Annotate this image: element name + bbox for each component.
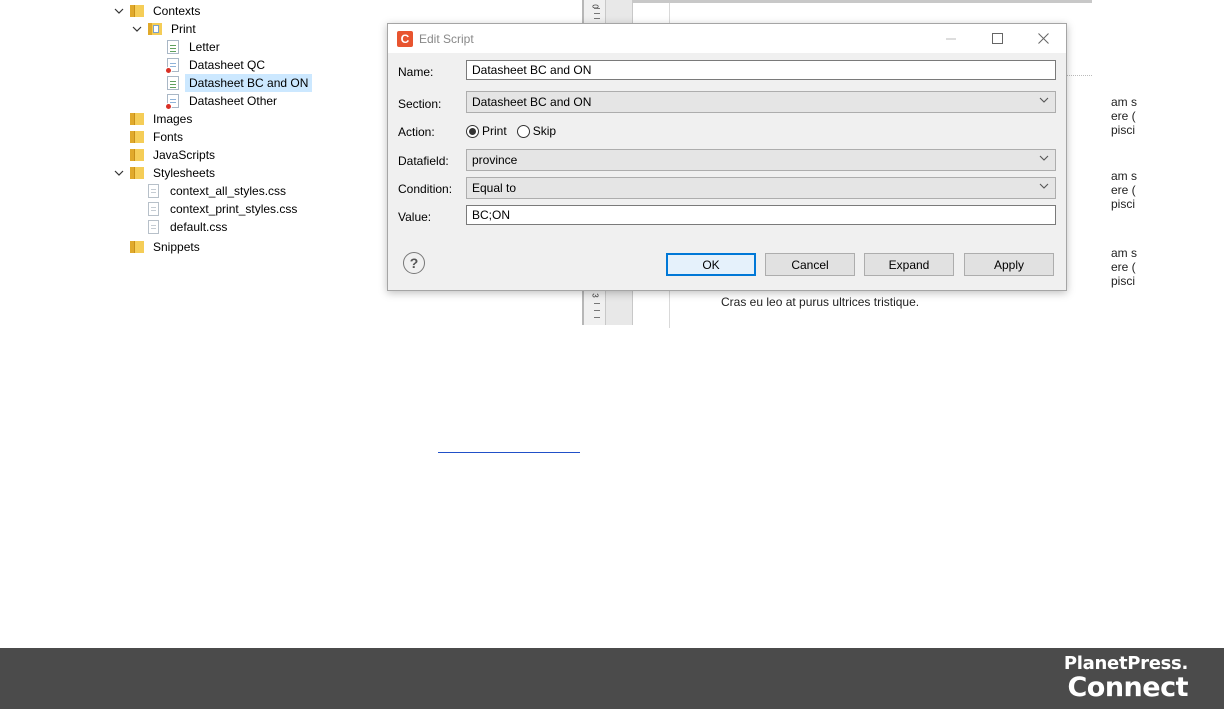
value-label: Value: <box>398 210 432 224</box>
tree-item-contexts[interactable]: Contexts <box>112 2 204 20</box>
tree-item-images[interactable]: Images <box>130 110 196 128</box>
page-footer: PlanetPress. Connect <box>0 648 1224 709</box>
folder-icon <box>130 149 144 161</box>
section-file-icon <box>167 40 179 54</box>
value-field[interactable]: BC;ON <box>466 205 1056 225</box>
tree-item-css-print[interactable]: context_print_styles.css <box>148 200 301 218</box>
condition-select[interactable]: Equal to <box>466 177 1056 199</box>
folder-icon <box>130 167 144 179</box>
minimize-icon <box>946 38 956 39</box>
brand-line-1: PlanetPress. <box>1063 653 1188 674</box>
tree-item-label: Snippets <box>153 240 200 254</box>
datafield-select-value: province <box>472 153 518 167</box>
help-icon[interactable]: ? <box>403 252 425 274</box>
cancel-button[interactable]: Cancel <box>765 253 855 276</box>
dialog-title: Edit Script <box>419 31 474 46</box>
project-tree: Contexts Print Letter Datasheet QC Datas… <box>0 0 380 330</box>
radio-checked-icon[interactable] <box>466 124 479 138</box>
tree-item-label: Images <box>153 112 193 126</box>
chevron-down-icon[interactable] <box>112 166 126 180</box>
ok-button[interactable]: OK <box>666 253 756 276</box>
app-logo-icon: C <box>397 30 413 47</box>
tree-item-css-all[interactable]: context_all_styles.css <box>148 182 290 200</box>
tree-item-datasheet-bc-on[interactable]: Datasheet BC and ON <box>167 74 313 92</box>
close-button[interactable] <box>1020 24 1066 53</box>
tree-item-datasheet-other[interactable]: Datasheet Other <box>165 92 281 110</box>
chevron-down-icon <box>1039 181 1049 195</box>
tree-item-fonts[interactable]: Fonts <box>130 128 187 146</box>
expand-button[interactable]: Expand <box>864 253 954 276</box>
ruler-number: 3 <box>590 293 600 298</box>
tree-item-snippets[interactable]: Snippets <box>130 238 204 256</box>
section-file-disabled-icon <box>165 94 179 110</box>
tree-item-stylesheets[interactable]: Stylesheets <box>112 164 219 182</box>
folder-icon <box>130 241 144 253</box>
tree-item-javascripts[interactable]: JavaScripts <box>130 146 219 164</box>
tree-item-label: Print <box>171 22 196 36</box>
action-print-label: Print <box>482 124 507 138</box>
body-text-line: Cras eu leo at purus ultrices tristique. <box>721 295 920 309</box>
chevron-down-icon <box>1039 153 1049 167</box>
apply-button[interactable]: Apply <box>964 253 1054 276</box>
datafield-select[interactable]: province <box>466 149 1056 171</box>
section-select[interactable]: Datasheet BC and ON <box>466 91 1056 113</box>
hyperlink-underline[interactable] <box>438 452 580 453</box>
action-skip-option[interactable]: Skip <box>516 124 557 138</box>
chevron-down-icon <box>1039 95 1049 109</box>
name-label: Name: <box>398 65 434 79</box>
action-print-option[interactable]: Print <box>466 124 507 138</box>
chevron-down-icon[interactable] <box>112 4 126 18</box>
datafield-label: Datafield: <box>398 154 449 168</box>
tree-item-label: Datasheet QC <box>189 58 266 72</box>
condition-label: Condition: <box>398 182 453 196</box>
maximize-button[interactable] <box>974 24 1020 53</box>
tree-item-label: Fonts <box>153 130 184 144</box>
maximize-icon <box>991 33 1003 44</box>
section-label: Section: <box>398 97 442 111</box>
name-field[interactable]: Datasheet BC and ON <box>466 60 1056 80</box>
tree-item-label: default.css <box>170 220 228 234</box>
folder-icon <box>130 131 144 143</box>
tree-item-print[interactable]: Print <box>130 20 200 38</box>
tree-item-label: JavaScripts <box>153 148 216 162</box>
radio-unchecked-icon[interactable] <box>516 124 530 138</box>
close-icon <box>1037 33 1049 44</box>
minimize-button[interactable] <box>928 24 974 53</box>
folder-icon <box>130 113 144 125</box>
body-text-fragment: am s ere (pisci <box>1111 169 1138 211</box>
print-context-icon <box>148 22 162 36</box>
tree-item-label: Datasheet Other <box>189 94 278 108</box>
tree-item-label: Datasheet BC and ON <box>185 74 313 92</box>
action-radio-group: Print Skip <box>466 124 566 138</box>
action-label: Action: <box>398 125 435 139</box>
chevron-down-icon[interactable] <box>130 22 144 36</box>
tree-item-letter[interactable]: Letter <box>167 38 224 56</box>
section-file-disabled-icon <box>165 58 179 74</box>
css-file-icon <box>148 220 159 234</box>
tree-item-label: context_print_styles.css <box>170 202 298 216</box>
tree-item-label: Letter <box>189 40 220 54</box>
tree-item-label: context_all_styles.css <box>170 184 287 198</box>
brand-line-2: Connect <box>1067 672 1188 703</box>
section-select-value: Datasheet BC and ON <box>472 95 592 109</box>
tree-item-label: Stylesheets <box>153 166 216 180</box>
edit-script-dialog: C Edit Script Name: Datasheet BC and ON … <box>387 23 1067 291</box>
css-file-icon <box>148 202 159 216</box>
brand-logo: PlanetPress. Connect <box>1063 653 1189 703</box>
folder-icon <box>130 5 144 17</box>
dialog-titlebar[interactable]: C Edit Script <box>388 24 1066 53</box>
section-file-icon <box>167 76 179 90</box>
body-text-fragment: am s ere (pisci <box>1111 246 1138 288</box>
tree-item-datasheet-qc[interactable]: Datasheet QC <box>165 56 269 74</box>
body-text-fragment: am s ere (pisci <box>1111 95 1138 137</box>
condition-select-value: Equal to <box>472 181 517 195</box>
action-skip-label: Skip <box>532 124 557 138</box>
css-file-icon <box>148 184 159 198</box>
tree-item-css-default[interactable]: default.css <box>148 218 231 236</box>
tree-item-label: Contexts <box>153 4 201 18</box>
